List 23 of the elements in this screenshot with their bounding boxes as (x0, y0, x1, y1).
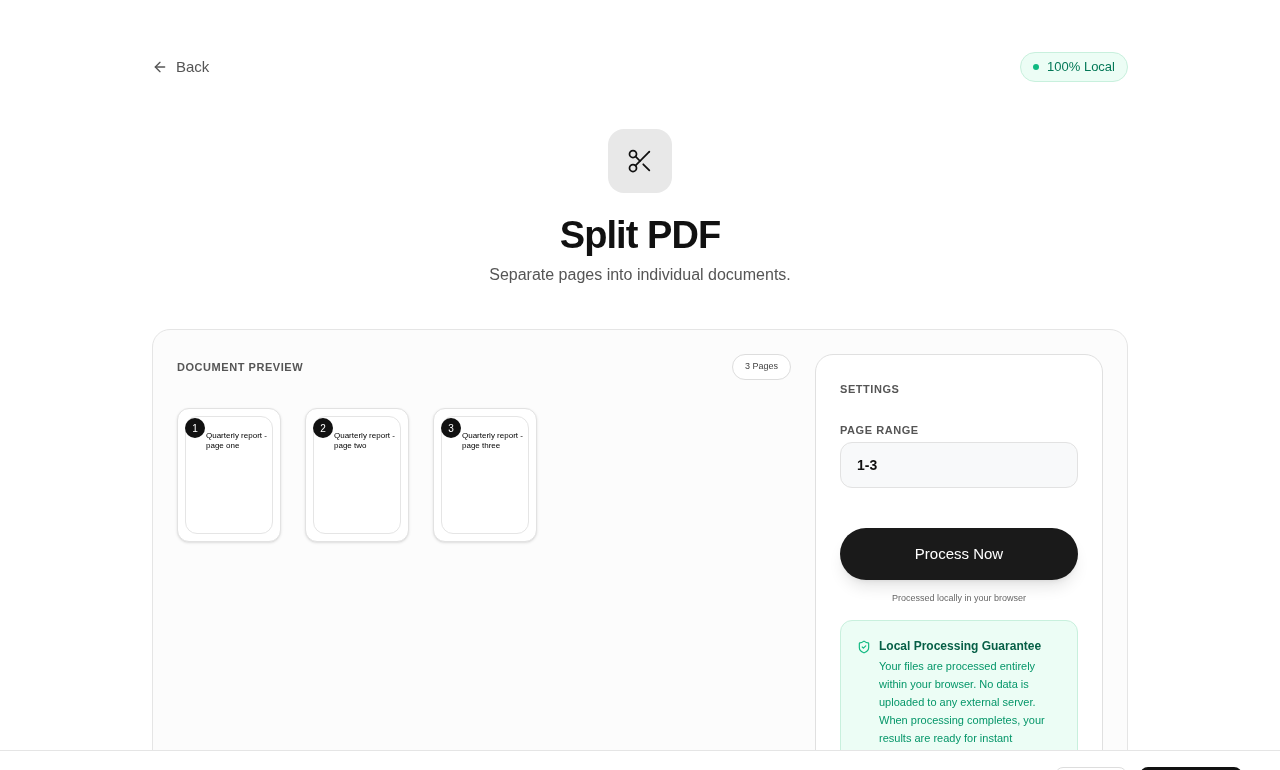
page-count-badge: 3 Pages (731, 354, 791, 380)
page-number-badge: 1 (185, 418, 205, 438)
guarantee-text: Your files are processed entirely within your browser. No data is uploaded to any external server. When processing completes, your results are ready for instant (879, 658, 1046, 746)
local-badge: 100% Local (1020, 52, 1128, 82)
page-thumbnail[interactable]: Quarterly report - page two 2 (305, 408, 409, 542)
page-thumbnail[interactable]: Quarterly report - page one 1 (177, 408, 281, 542)
page-subtitle: Separate pages into individual documents. (489, 265, 791, 285)
shield-check-icon (857, 639, 871, 654)
range-label: PAGE RANGE (840, 422, 920, 438)
page-number-badge: 3 (441, 418, 461, 438)
guarantee-title: Local Processing Guarantee (879, 637, 1043, 655)
process-note: Processed locally in your browser (890, 592, 1028, 605)
page-number-badge: 2 (313, 418, 333, 438)
back-link[interactable]: Back (152, 55, 210, 79)
settings-heading: SETTINGS (840, 382, 901, 397)
process-button[interactable]: Process Now (840, 528, 1078, 580)
page-text: Quarterly report - page one (206, 431, 268, 451)
page-thumbnail[interactable]: Quarterly report - page three 3 (433, 408, 537, 542)
page-text: Quarterly report - page three (462, 431, 524, 451)
page-title: Split PDF (559, 213, 721, 258)
preview-heading: DOCUMENT PREVIEW (177, 359, 304, 375)
page-range-field[interactable]: 1-3 (840, 442, 1078, 488)
page-text: Quarterly report - page two (334, 431, 396, 451)
